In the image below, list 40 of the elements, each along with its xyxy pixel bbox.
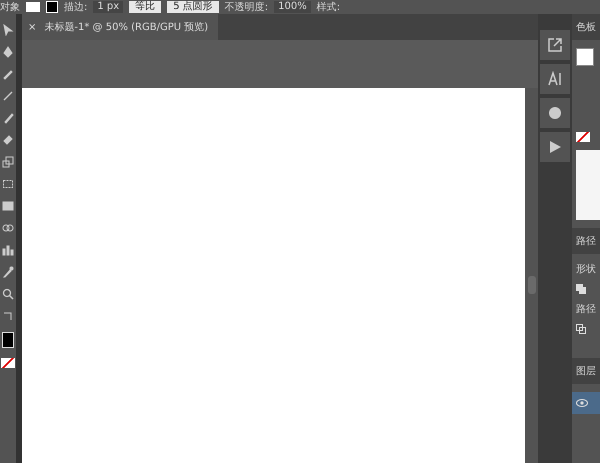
opacity-field[interactable]: 100% — [274, 1, 311, 13]
fill-stroke-indicator[interactable] — [2, 332, 14, 348]
profile-dropdown[interactable]: 等比 — [129, 1, 162, 13]
eye-icon[interactable] — [576, 399, 588, 407]
selection-arrow-icon[interactable] — [2, 24, 14, 36]
swatch-grid — [576, 150, 600, 220]
style-label: 样式: — [316, 0, 340, 14]
bar-chart-icon[interactable] — [2, 244, 14, 256]
shape-builder-icon[interactable] — [2, 222, 14, 234]
object-label: 对象 — [0, 0, 20, 14]
shape-modes-label: 形状 — [576, 262, 597, 276]
pathfinders-label: 路径 — [576, 303, 597, 316]
divide-icon[interactable] — [576, 324, 586, 334]
vertical-scrollbar[interactable] — [525, 88, 538, 463]
document-tab[interactable]: × 未标题-1* @ 50% (RGB/GPU 预览) — [22, 14, 218, 40]
gradient-icon[interactable] — [2, 200, 14, 212]
pathfinder-panel-title[interactable]: 路径 — [572, 228, 600, 254]
document-tab-title: 未标题-1* @ 50% (RGB/GPU 预览) — [44, 20, 208, 34]
stroke-swatch[interactable] — [46, 1, 58, 13]
close-tab-button[interactable]: × — [28, 22, 36, 32]
brush-dropdown[interactable]: 5 点圆形 — [167, 1, 219, 13]
fill-swatch[interactable] — [26, 2, 40, 12]
scale-icon[interactable] — [2, 156, 14, 168]
eyedropper-icon[interactable] — [2, 266, 14, 278]
opacity-label: 不透明度: — [224, 0, 268, 14]
line-icon[interactable] — [2, 90, 14, 102]
layer-row[interactable] — [572, 392, 600, 414]
none-color-swatch[interactable] — [1, 358, 15, 368]
fill-swatch[interactable] — [576, 48, 594, 66]
zoom-icon[interactable] — [2, 288, 14, 300]
character-icon[interactable] — [540, 64, 570, 94]
stroke-label: 描边: — [64, 0, 88, 14]
play-icon[interactable] — [540, 132, 570, 162]
stroke-weight-field[interactable]: 1 px — [93, 1, 124, 13]
free-transform-icon[interactable] — [2, 178, 14, 190]
export-icon[interactable] — [540, 30, 570, 60]
none-color-swatch[interactable] — [576, 132, 590, 142]
layers-panel-title[interactable]: 图层 — [572, 358, 600, 384]
swatches-panel-title[interactable]: 色板 — [572, 14, 600, 40]
unite-icon[interactable] — [576, 284, 586, 294]
